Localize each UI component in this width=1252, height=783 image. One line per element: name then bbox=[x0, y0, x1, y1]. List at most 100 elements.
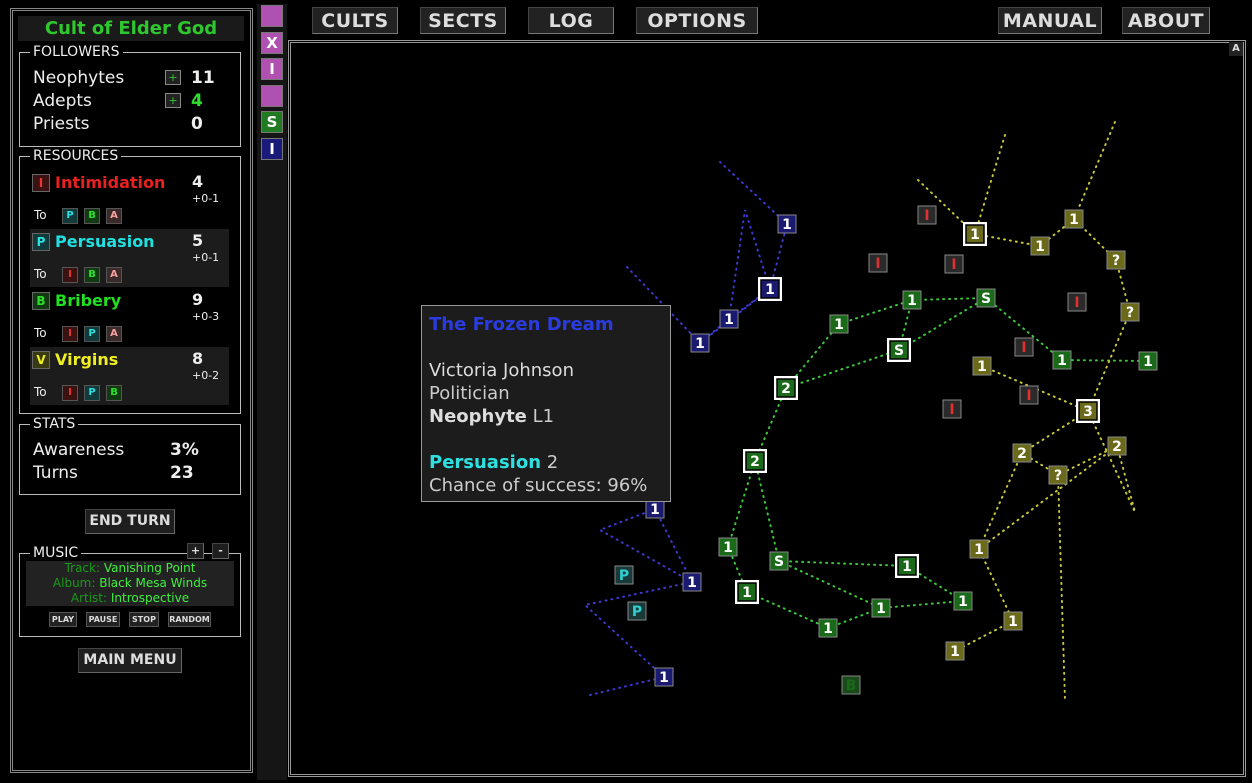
map-node-label: ? bbox=[1054, 468, 1062, 484]
map-link bbox=[1074, 122, 1115, 219]
map-link bbox=[918, 180, 1130, 411]
map-follower-node[interactable]: 2 bbox=[1013, 444, 1031, 462]
map-node-label: 1 bbox=[724, 312, 734, 328]
map-node-label: 1 bbox=[650, 502, 660, 518]
map-follower-node[interactable]: 2 bbox=[743, 449, 767, 473]
map-node-label: 2 bbox=[781, 381, 791, 397]
map-node-label: B bbox=[846, 678, 857, 694]
map-follower-node[interactable]: 1 bbox=[872, 599, 890, 617]
map-follower-node[interactable]: S bbox=[887, 338, 911, 362]
tooltip-resource: Persuasion 2 bbox=[429, 452, 558, 473]
tooltip-resource-value: 2 bbox=[547, 452, 558, 473]
map-link bbox=[755, 461, 963, 601]
map-link bbox=[975, 135, 1005, 234]
map-follower-node[interactable]: 2 bbox=[1108, 437, 1126, 455]
map-node-label: 1 bbox=[723, 540, 733, 556]
tooltip-rank: Neophyte L1 bbox=[429, 406, 554, 427]
map-node-label: S bbox=[774, 554, 784, 570]
map-follower-node[interactable]: 1 bbox=[1053, 351, 1071, 369]
map-node-label: ? bbox=[1112, 253, 1120, 269]
map-node-label: 1 bbox=[823, 621, 833, 637]
map-node-label: I bbox=[951, 257, 956, 273]
map-node-label: I bbox=[949, 402, 954, 418]
map-follower-node[interactable]: ? bbox=[1049, 466, 1067, 484]
map-resource-badge[interactable]: I bbox=[1015, 338, 1033, 356]
map-follower-node[interactable]: 1 bbox=[970, 540, 988, 558]
map-follower-node[interactable]: 1 bbox=[720, 310, 738, 328]
map-resource-badge[interactable]: I bbox=[1068, 293, 1086, 311]
map-follower-node[interactable]: 1 bbox=[954, 592, 972, 610]
map-node-label: 1 bbox=[1143, 354, 1153, 370]
map-resource-badge[interactable]: P bbox=[628, 602, 646, 620]
map-node-label: S bbox=[981, 291, 991, 307]
map-follower-node[interactable]: 1 bbox=[903, 291, 921, 309]
map-follower-node[interactable]: 1 bbox=[819, 619, 837, 637]
map-node-label: 2 bbox=[750, 454, 760, 470]
map-node-label: 1 bbox=[1035, 239, 1045, 255]
map-follower-node[interactable]: 1 bbox=[1031, 237, 1049, 255]
map-node-label: I bbox=[875, 256, 880, 272]
map-follower-node[interactable]: 1 bbox=[778, 215, 796, 233]
map-node-label: 1 bbox=[950, 644, 960, 660]
tooltip-rank-name: Neophyte bbox=[429, 406, 527, 427]
map-node-label: 1 bbox=[958, 594, 968, 610]
map-resource-badge[interactable]: I bbox=[945, 255, 963, 273]
map-follower-node[interactable]: 1 bbox=[646, 500, 664, 518]
map-node-label: 1 bbox=[974, 542, 984, 558]
map-node-label: 1 bbox=[977, 359, 987, 375]
map-resource-badge[interactable]: B bbox=[842, 676, 860, 694]
tooltip-person-name: Victoria Johnson bbox=[429, 360, 574, 381]
map-node-label: 1 bbox=[765, 282, 775, 298]
map-node-label: P bbox=[619, 568, 629, 584]
map-follower-node[interactable]: 1 bbox=[973, 357, 991, 375]
map-follower-node[interactable]: 1 bbox=[1004, 612, 1022, 630]
map-node-label: 1 bbox=[876, 601, 886, 617]
map-follower-node[interactable]: 1 bbox=[758, 277, 782, 301]
map-follower-node[interactable]: ? bbox=[1107, 251, 1125, 269]
map-node-label: 1 bbox=[659, 670, 669, 686]
tooltip-level: L1 bbox=[533, 406, 554, 427]
map-follower-node[interactable]: 2 bbox=[774, 376, 798, 400]
map-follower-node[interactable]: 1 bbox=[655, 668, 673, 686]
map-node-label: 1 bbox=[907, 293, 917, 309]
map-node-label: 3 bbox=[1083, 404, 1093, 420]
map-follower-node[interactable]: 1 bbox=[735, 580, 759, 604]
map-follower-node[interactable]: 1 bbox=[830, 315, 848, 333]
map-resource-badge[interactable]: I bbox=[943, 400, 961, 418]
map-follower-node[interactable]: 1 bbox=[691, 334, 709, 352]
map-follower-node[interactable]: 1 bbox=[683, 573, 701, 591]
map-node-label: 2 bbox=[1112, 439, 1122, 455]
tooltip-job: Politician bbox=[429, 383, 510, 404]
map-resource-badge[interactable]: I bbox=[869, 254, 887, 272]
map-resource-badge[interactable]: P bbox=[615, 566, 633, 584]
tooltip-chance-label: Chance of success: bbox=[429, 475, 602, 496]
map-node-label: 1 bbox=[902, 559, 912, 575]
map-node-label: I bbox=[1021, 340, 1026, 356]
map-follower-node[interactable]: S bbox=[977, 289, 995, 307]
map-follower-node[interactable]: 3 bbox=[1076, 399, 1100, 423]
map-follower-node[interactable]: 1 bbox=[1065, 210, 1083, 228]
map-follower-node[interactable]: S bbox=[770, 552, 788, 570]
tooltip-resource-name: Persuasion bbox=[429, 452, 541, 473]
tooltip-chance: Chance of success: 96% bbox=[429, 475, 647, 496]
map-node-label: 1 bbox=[695, 336, 705, 352]
map-follower-node[interactable]: 1 bbox=[1139, 352, 1157, 370]
map-node-label: S bbox=[894, 343, 904, 359]
map-link bbox=[979, 446, 1117, 549]
map-node-label: I bbox=[1074, 295, 1079, 311]
map-node-label: 1 bbox=[834, 317, 844, 333]
map-node-label: I bbox=[1026, 388, 1031, 404]
map-follower-node[interactable]: 1 bbox=[963, 222, 987, 246]
map-follower-node[interactable]: 1 bbox=[895, 554, 919, 578]
map-link bbox=[700, 162, 787, 343]
map-link bbox=[655, 509, 692, 582]
map-follower-node[interactable]: 1 bbox=[719, 538, 737, 556]
map-node-label: 2 bbox=[1017, 446, 1027, 462]
map-resource-badge[interactable]: I bbox=[918, 206, 936, 224]
map-follower-node[interactable]: 1 bbox=[946, 642, 964, 660]
map-resource-badge[interactable]: I bbox=[1020, 386, 1038, 404]
map-node-label: 1 bbox=[782, 217, 792, 233]
tooltip-chance-value: 96% bbox=[607, 475, 647, 496]
map-follower-node[interactable]: ? bbox=[1121, 303, 1139, 321]
map-node-label: P bbox=[632, 604, 642, 620]
